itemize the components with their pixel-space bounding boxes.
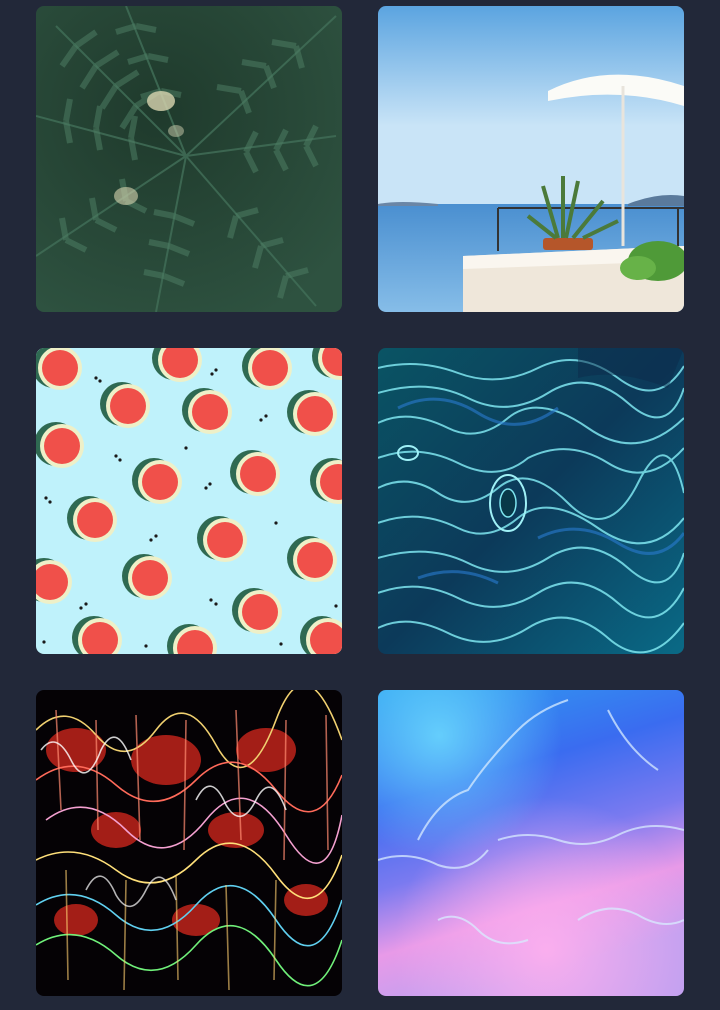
fern-leaves-image	[36, 6, 342, 312]
neon-light-trails-image	[36, 690, 342, 996]
gallery-tile-holographic[interactable]	[378, 690, 684, 996]
gallery-tile-light-trails[interactable]	[36, 690, 342, 996]
gallery-tile-teal-waves[interactable]	[378, 348, 684, 654]
gallery-tile-terrace[interactable]	[378, 6, 684, 312]
teal-liquid-texture-image	[378, 348, 684, 654]
image-gallery	[36, 6, 684, 996]
gallery-tile-fern[interactable]	[36, 6, 342, 312]
gallery-tile-watermelon[interactable]	[36, 348, 342, 654]
watermelon-pattern-image	[36, 348, 342, 654]
iridescent-foil-image	[378, 690, 684, 996]
seaside-terrace-image	[378, 6, 684, 312]
